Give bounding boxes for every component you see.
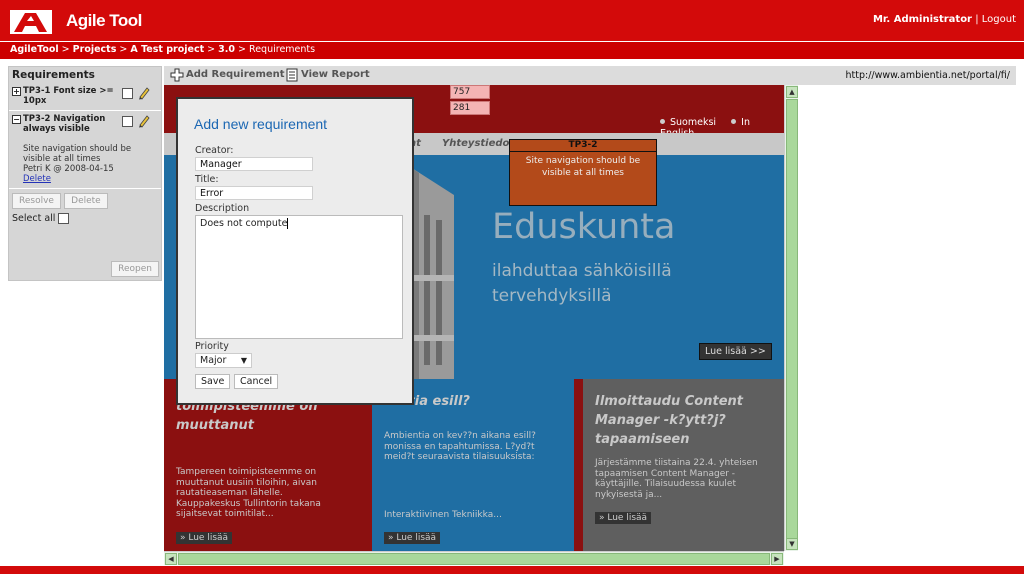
breadcrumb-version[interactable]: 3.0 [218, 44, 235, 55]
breadcrumb-agiletool[interactable]: AgileTool [10, 44, 59, 55]
toolbar: Add Requirement View Report http://www.a… [164, 66, 1016, 85]
delete-button[interactable]: Delete [64, 193, 108, 209]
save-button[interactable]: Save [195, 374, 231, 389]
bullet-icon [660, 119, 665, 124]
requirement-title[interactable]: TP3-2 Navigation always visible [23, 114, 118, 134]
breadcrumb-projects[interactable]: Projects [73, 44, 117, 55]
reopen-button[interactable]: Reopen [111, 261, 159, 277]
annotation-text: Site navigation should be visible at all… [525, 156, 641, 178]
select-all[interactable]: Select all [9, 213, 161, 224]
description-label: Description [195, 203, 250, 214]
description-textarea[interactable]: Does not compute [195, 215, 403, 339]
page-url: http://www.ambientia.net/portal/fi/ [845, 70, 1011, 81]
column-read-more-button[interactable]: » Lue lisää [595, 512, 652, 524]
hero-subtitle-1: ilahduttaa sähköisillä [492, 261, 672, 281]
requirement-annotation[interactable]: TP3-2 Site navigation should be visible … [509, 139, 657, 206]
add-icon[interactable] [170, 68, 184, 82]
view-report-button[interactable]: View Report [301, 69, 370, 80]
pencil-icon[interactable] [137, 86, 151, 100]
news-column-3: Ilmoittaudu Content Manager -k?ytt?j?tap… [583, 379, 784, 551]
vertical-scroll-thumb[interactable] [786, 99, 798, 539]
requirement-checkbox[interactable] [122, 88, 133, 99]
column-title: Ilmoittaudu Content Manager -k?ytt?j?tap… [595, 394, 743, 447]
vertical-scrollbar[interactable]: ▲ ▼ [784, 85, 798, 551]
hero-subtitle-2: tervehdyksillä [492, 286, 612, 306]
username: Mr. Administrator [872, 14, 972, 25]
sidebar-title: Requirements [12, 69, 95, 81]
priority-value: Major [200, 355, 227, 366]
priority-label: Priority [195, 341, 229, 352]
breadcrumb: AgileTool > Projects > A Test project > … [0, 42, 1024, 59]
expand-icon[interactable]: + [12, 87, 21, 96]
requirement-item[interactable]: + TP3-1 Font size >= 10px [9, 83, 161, 111]
add-requirement-dialog: Add new requirement Creator: Manager Tit… [176, 97, 414, 405]
cancel-button[interactable]: Cancel [234, 374, 279, 389]
breadcrumb-sep: > [61, 44, 70, 55]
breadcrumb-sep: > [207, 44, 216, 55]
lang-fi-link[interactable]: Suomeksi [670, 117, 716, 128]
column-text: Järjestämme tiistaina 22.4. yhteisen tap… [595, 458, 758, 500]
position-x-readout: 757 [450, 85, 490, 99]
delete-link[interactable]: Delete [23, 174, 158, 184]
column-text: Tampereen toimipisteemme on muuttanut uu… [176, 467, 321, 519]
scroll-up-icon[interactable]: ▲ [786, 86, 798, 98]
hero-title: Eduskunta [492, 207, 676, 247]
resolve-button[interactable]: Resolve [12, 193, 61, 209]
chevron-down-icon: ▼ [240, 356, 247, 365]
add-requirement-button[interactable]: Add Requirement [186, 69, 285, 80]
user-area: Mr. Administrator | Logout [873, 14, 1016, 25]
footer-bar [0, 566, 1024, 574]
horizontal-scroll-thumb[interactable] [178, 553, 770, 565]
creator-field[interactable]: Manager [195, 157, 313, 171]
requirement-meta: Petri K @ 2008-04-15 [23, 164, 114, 174]
requirement-item[interactable]: − TP3-2 Navigation always visible Site n… [9, 111, 161, 189]
report-icon[interactable] [286, 68, 298, 82]
column-read-more-button[interactable]: » Lue lisää [176, 532, 233, 544]
requirements-sidebar: Requirements + TP3-1 Font size >= 10px −… [8, 66, 162, 281]
nav-item-contacts[interactable]: Yhteystiedot [442, 138, 514, 149]
breadcrumb-sep: > [238, 44, 246, 55]
breadcrumb-sep: > [119, 44, 128, 55]
hero-read-more-button[interactable]: Lue lisää >> [699, 343, 772, 360]
breadcrumb-current: Requirements [249, 44, 316, 55]
position-y-readout: 281 [450, 101, 490, 115]
scroll-down-icon[interactable]: ▼ [786, 538, 798, 550]
pencil-icon[interactable] [137, 114, 151, 128]
horizontal-scrollbar[interactable]: ◀ ▶ [164, 551, 784, 565]
collapse-icon[interactable]: − [12, 115, 21, 124]
dialog-title: Add new requirement [194, 116, 328, 132]
column-read-more-button[interactable]: » Lue lisää [384, 532, 441, 544]
requirement-title[interactable]: TP3-1 Font size >= 10px [23, 86, 118, 106]
app-title: Agile Tool [66, 11, 142, 30]
select-all-checkbox[interactable] [58, 213, 70, 224]
description-text: Does not compute [200, 218, 288, 229]
title-label: Title: [195, 174, 219, 185]
annotation-title: TP3-2 [510, 140, 656, 152]
logout-link[interactable]: Logout [982, 14, 1016, 25]
column-extra-text: Interaktiivinen Tekniikka... [384, 510, 502, 520]
creator-label: Creator: [195, 145, 234, 156]
title-field[interactable]: Error [195, 186, 313, 200]
bullet-icon [731, 119, 737, 124]
scroll-right-icon[interactable]: ▶ [771, 553, 783, 565]
scroll-left-icon[interactable]: ◀ [165, 553, 177, 565]
separator: | [975, 14, 979, 25]
select-all-label: Select all [12, 213, 56, 224]
sidebar-actions: Resolve Delete [9, 189, 161, 213]
breadcrumb-project[interactable]: A Test project [130, 44, 204, 55]
requirement-checkbox[interactable] [122, 116, 133, 127]
priority-select[interactable]: Major ▼ [195, 353, 252, 368]
text-cursor [287, 218, 289, 229]
column-text: Ambientia on kev??n aikana esill? moniss… [384, 431, 536, 462]
app-header: Agile Tool Mr. Administrator | Logout [0, 0, 1024, 42]
requirement-detail: Site navigation should be visible at all… [23, 144, 158, 184]
requirement-description: Site navigation should be visible at all… [23, 144, 132, 164]
logo-icon [10, 10, 52, 34]
